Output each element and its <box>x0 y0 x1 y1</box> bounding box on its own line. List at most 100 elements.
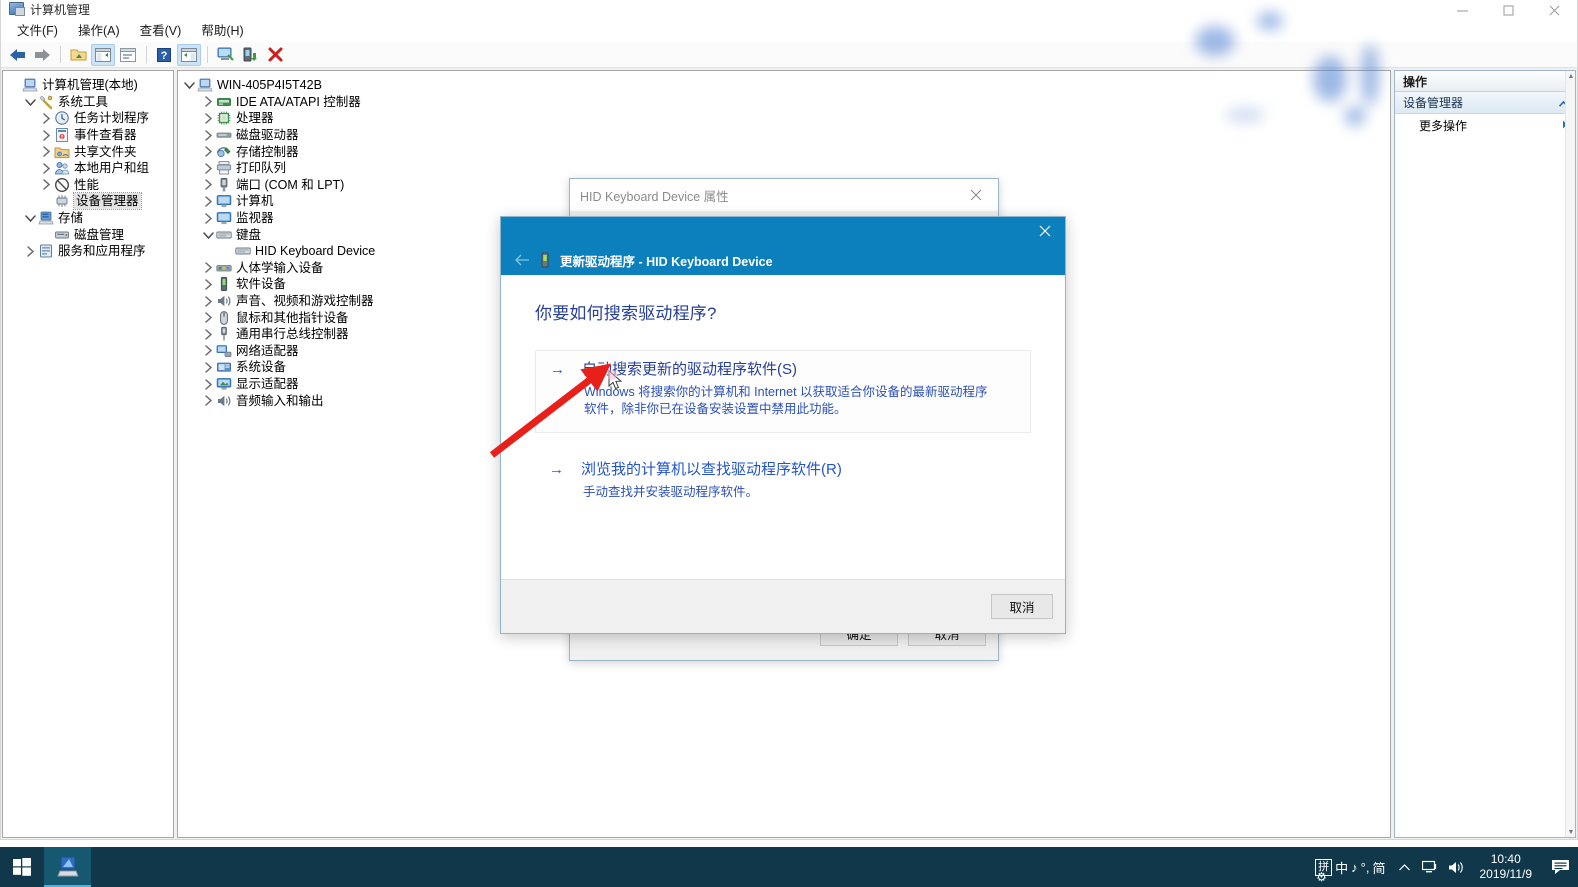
chevron-right-icon[interactable] <box>39 146 54 157</box>
menu-file[interactable]: 文件(F) <box>7 21 68 41</box>
chevron-right-icon[interactable] <box>39 129 54 141</box>
mouse-icon <box>216 310 232 326</box>
sound-video-game-icon <box>216 293 232 309</box>
chevron-up-icon[interactable] <box>1392 847 1418 887</box>
close-icon[interactable] <box>954 180 998 211</box>
help-icon[interactable]: ? <box>152 44 176 66</box>
menu-action[interactable]: 操作(A) <box>68 21 130 41</box>
device-tree-item[interactable]: 处理器 <box>178 110 1390 127</box>
chevron-right-icon[interactable] <box>201 163 216 174</box>
windows-start-icon[interactable] <box>0 847 44 887</box>
device-tree-item[interactable]: IDE ATA/ATAPI 控制器 <box>178 94 1390 111</box>
chevron-right-icon[interactable] <box>201 395 216 406</box>
wizard-footer: 取消 <box>501 579 1065 633</box>
scan-hardware-icon[interactable] <box>213 44 237 66</box>
chevron-down-icon[interactable] <box>182 80 197 90</box>
scroll-down-icon[interactable]: ▼ <box>1566 827 1575 837</box>
device-tree-item[interactable]: 存储控制器 <box>178 143 1390 160</box>
device-tree-label: 音频输入和输出 <box>236 393 324 408</box>
update-driver-icon[interactable] <box>238 44 262 66</box>
chevron-right-icon[interactable] <box>39 163 54 174</box>
chevron-right-icon[interactable] <box>201 129 216 141</box>
chevron-right-icon[interactable] <box>39 179 54 191</box>
chevron-right-icon[interactable] <box>201 279 216 290</box>
ime-symbol[interactable]: °, <box>1361 860 1370 875</box>
chevron-right-icon[interactable] <box>201 96 216 108</box>
chevron-right-icon[interactable] <box>201 295 216 307</box>
back-arrow-icon[interactable] <box>509 247 535 273</box>
sidebar-item[interactable]: 任务计划程序 <box>3 110 173 127</box>
ime-lang[interactable]: 中 <box>1335 858 1348 877</box>
device-tree-label: 存储控制器 <box>236 144 299 159</box>
option-auto-search[interactable]: → 自动搜索更新的驱动程序软件(S) Windows 将搜索你的计算机和 Int… <box>535 350 1031 433</box>
sidebar-item[interactable]: 系统工具 <box>3 94 173 111</box>
chevron-right-icon[interactable] <box>201 329 216 340</box>
chevron-right-icon[interactable] <box>201 378 216 390</box>
menu-help[interactable]: 帮助(H) <box>191 21 253 41</box>
forward-arrow-icon[interactable] <box>30 44 54 66</box>
device-tree-item[interactable]: 打印队列 <box>178 160 1390 177</box>
close-icon[interactable] <box>1531 0 1577 20</box>
taskbar-app-computer-management[interactable] <box>44 847 91 887</box>
close-icon[interactable] <box>1025 217 1065 245</box>
action-center-icon[interactable] <box>1542 847 1578 887</box>
chevron-right-icon[interactable] <box>23 246 38 257</box>
action-item-label: 更多操作 <box>1419 118 1468 133</box>
device-tree-item[interactable]: 磁盘驱动器 <box>178 127 1390 144</box>
chevron-down-icon[interactable] <box>201 230 216 240</box>
ime-punct[interactable]: ♪ <box>1351 860 1358 875</box>
show-hide-console-tree-icon[interactable] <box>91 43 115 66</box>
sidebar-item[interactable]: 事件查看器 <box>3 127 173 144</box>
sidebar-label: 任务计划程序 <box>74 111 150 126</box>
sidebar-item[interactable]: 服务和应用程序 <box>3 243 173 260</box>
gear-icon[interactable]: ⚙ <box>1316 870 1327 884</box>
chevron-right-icon[interactable] <box>201 262 216 274</box>
chevron-down-icon[interactable] <box>23 213 38 223</box>
sidebar-item[interactable]: 计算机管理(本地) <box>3 77 173 94</box>
chevron-right-icon[interactable] <box>201 212 216 224</box>
device-manager-icon <box>54 193 70 209</box>
disk-drive-icon <box>216 127 232 143</box>
chevron-right-icon[interactable] <box>201 312 216 323</box>
clock[interactable]: 10:40 2019/11/9 <box>1470 847 1543 887</box>
uninstall-device-icon[interactable] <box>263 44 287 66</box>
sidebar-item[interactable]: 性能 <box>3 177 173 194</box>
console-tree-pane[interactable]: 计算机管理(本地) 系统工具 任务计划程序 事件查看器 共享文件夹 本地用户和组 性能 设备管… <box>2 70 174 838</box>
device-tree-label: 软件设备 <box>236 277 287 292</box>
folder-up-icon[interactable] <box>66 44 90 66</box>
show-action-pane-icon[interactable] <box>177 43 201 66</box>
chevron-right-icon[interactable] <box>201 179 216 191</box>
sidebar-item[interactable]: 磁盘管理 <box>3 226 173 243</box>
scroll-up-icon[interactable]: ▲ <box>1566 71 1575 81</box>
chevron-right-icon[interactable] <box>39 113 54 124</box>
sidebar-item[interactable]: 共享文件夹 <box>3 143 173 160</box>
actions-pane-scrollbar[interactable]: ▲ ▼ <box>1565 71 1575 837</box>
ime-indicator[interactable]: 拼 中 ♪ °, 简 ⚙ <box>1309 847 1391 887</box>
maximize-icon[interactable] <box>1485 0 1531 20</box>
wizard-navbar: 更新驱动程序 - HID Keyboard Device <box>501 245 1065 275</box>
sidebar-item[interactable]: 设备管理器 <box>3 192 173 211</box>
wizard-cancel-button[interactable]: 取消 <box>991 594 1053 619</box>
network-icon[interactable] <box>1418 847 1444 887</box>
action-more-actions[interactable]: 更多操作 <box>1395 114 1575 136</box>
sidebar-item[interactable]: 本地用户和组 <box>3 160 173 177</box>
minimize-icon[interactable] <box>1439 0 1485 20</box>
ime-script[interactable]: 简 <box>1372 858 1385 877</box>
chevron-right-icon[interactable] <box>201 345 216 357</box>
actions-group-device-manager[interactable]: 设备管理器 <box>1395 92 1575 114</box>
properties-icon[interactable] <box>116 44 140 66</box>
option-browse-computer[interactable]: → 浏览我的计算机以查找驱动程序软件(R) 手动查找并安装驱动程序软件。 <box>535 451 1031 515</box>
chevron-right-icon[interactable] <box>201 146 216 157</box>
volume-icon[interactable] <box>1444 847 1470 887</box>
chevron-right-icon[interactable] <box>201 196 216 207</box>
keyboard-device-icon <box>537 252 553 268</box>
actions-pane[interactable]: 操作 设备管理器 更多操作 ▲ ▼ <box>1394 70 1576 838</box>
menu-view[interactable]: 查看(V) <box>130 21 192 41</box>
sidebar-item[interactable]: 存储 <box>3 210 173 227</box>
back-arrow-icon[interactable] <box>5 44 29 66</box>
chevron-right-icon[interactable] <box>201 362 216 373</box>
chevron-right-icon[interactable] <box>201 113 216 124</box>
console-tree[interactable]: 计算机管理(本地) 系统工具 任务计划程序 事件查看器 共享文件夹 本地用户和组 性能 设备管… <box>3 71 173 260</box>
device-tree-item[interactable]: WIN-405P4I5T42B <box>178 77 1390 94</box>
chevron-down-icon[interactable] <box>23 97 38 107</box>
